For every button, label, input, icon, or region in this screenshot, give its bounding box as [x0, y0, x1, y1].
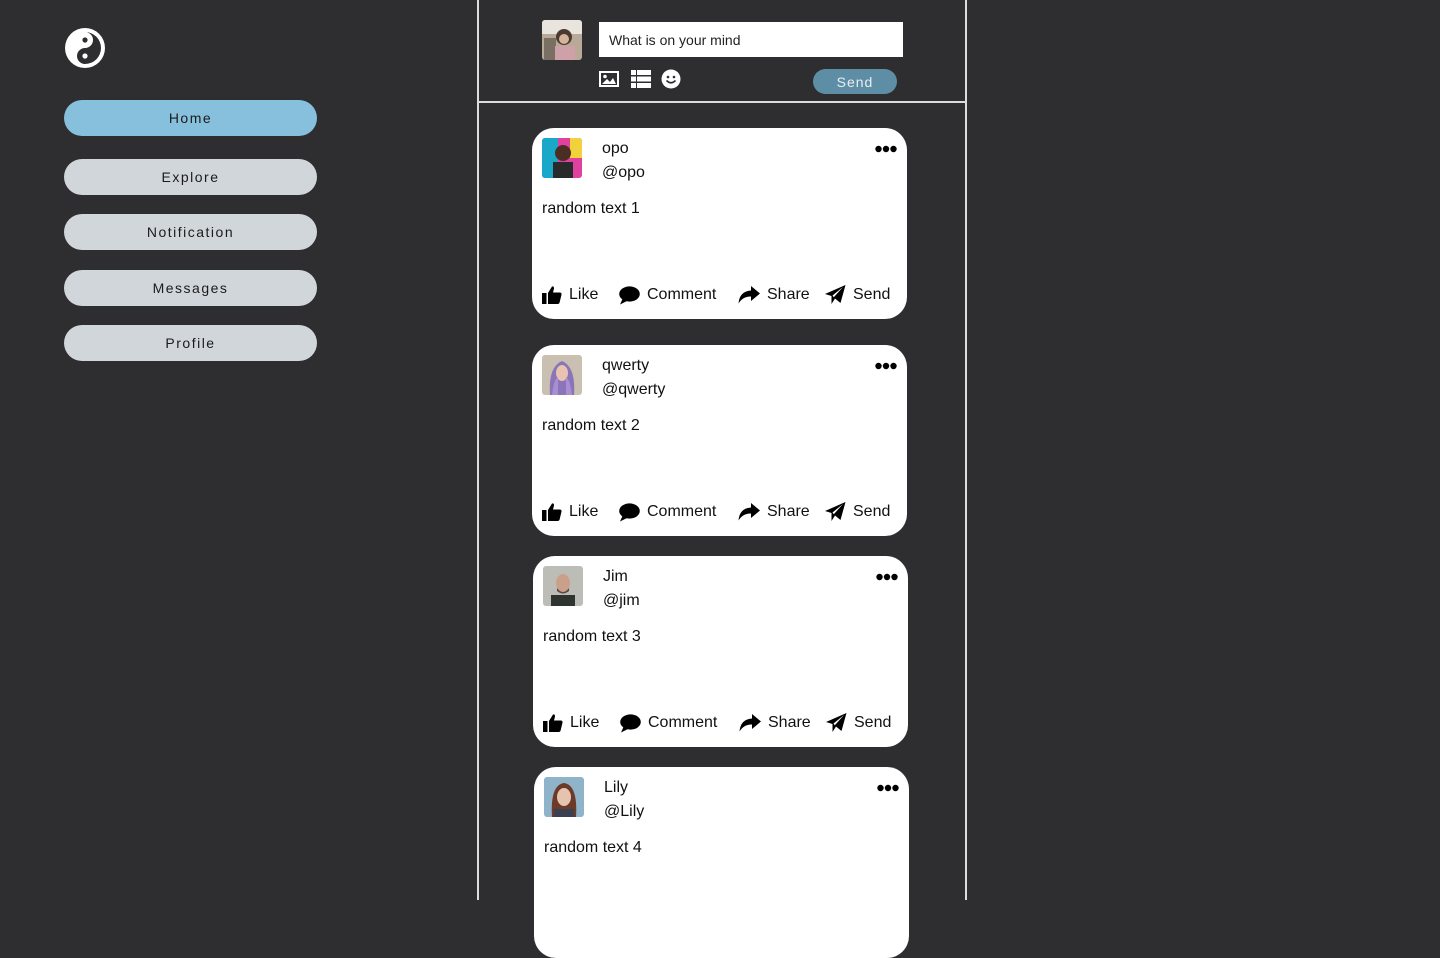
avatar[interactable]: [542, 138, 582, 178]
comment-button[interactable]: Comment: [619, 285, 738, 305]
like-button[interactable]: Like: [543, 713, 620, 733]
share-button[interactable]: Share: [738, 286, 825, 304]
post-text: random text 1: [542, 200, 640, 217]
smiley-icon[interactable]: [660, 69, 682, 89]
share-label: Share: [767, 286, 810, 303]
post-author-name[interactable]: qwerty: [602, 357, 649, 375]
post-author-handle[interactable]: @qwerty: [602, 381, 665, 399]
send-button[interactable]: Send: [825, 502, 890, 522]
thumbs-up-icon: [542, 503, 562, 521]
comment-icon: [619, 502, 640, 521]
send-label: Send: [854, 714, 892, 731]
nav-home-button[interactable]: Home: [64, 100, 317, 136]
comment-label: Comment: [648, 714, 718, 731]
send-label: Send: [853, 286, 891, 303]
composer-input[interactable]: [599, 22, 903, 57]
comment-button[interactable]: Comment: [619, 502, 738, 522]
more-options-icon[interactable]: [875, 140, 897, 154]
post-card: opo @opo random text 1 Like Comment Shar…: [532, 128, 907, 319]
more-options-icon[interactable]: [876, 568, 898, 582]
post-author-handle[interactable]: @Lily: [604, 803, 644, 821]
post-text: random text 2: [542, 417, 640, 434]
send-button[interactable]: Send: [825, 285, 890, 305]
like-button[interactable]: Like: [542, 502, 619, 522]
send-icon: [826, 713, 847, 732]
post-author-handle[interactable]: @jim: [603, 592, 640, 610]
nav-notification-button[interactable]: Notification: [64, 214, 317, 250]
comment-button[interactable]: Comment: [620, 713, 739, 733]
post-author-name[interactable]: Jim: [603, 568, 628, 586]
like-label: Like: [570, 714, 600, 731]
share-button[interactable]: Share: [739, 714, 826, 732]
nav-messages-button[interactable]: Messages: [64, 270, 317, 306]
more-options-icon[interactable]: [875, 357, 897, 371]
post-actions: Like Comment Share Send: [542, 502, 890, 522]
composer-divider: [477, 101, 967, 103]
share-icon: [739, 714, 761, 732]
post-author-handle[interactable]: @opo: [602, 164, 645, 182]
avatar[interactable]: [544, 777, 584, 817]
post-text: random text 3: [543, 628, 641, 645]
like-button[interactable]: Like: [542, 285, 619, 305]
comment-label: Comment: [647, 503, 717, 520]
share-icon: [738, 503, 760, 521]
share-label: Share: [768, 714, 811, 731]
post-actions: Like Comment Share Send: [543, 713, 891, 733]
composer-send-button[interactable]: Send: [813, 69, 897, 94]
thumbs-up-icon: [542, 286, 562, 304]
thumbs-up-icon: [543, 714, 563, 732]
post-card: Lily @Lily random text 4: [534, 767, 909, 958]
post-card: qwerty @qwerty random text 2 Like Commen…: [532, 345, 907, 536]
avatar[interactable]: [542, 355, 582, 395]
yin-yang-icon[interactable]: [64, 27, 106, 69]
comment-icon: [619, 285, 640, 304]
like-label: Like: [569, 503, 599, 520]
post-text: random text 4: [544, 839, 642, 856]
nav-explore-button[interactable]: Explore: [64, 159, 317, 195]
image-icon[interactable]: [598, 69, 620, 89]
like-label: Like: [569, 286, 599, 303]
send-icon: [825, 502, 846, 521]
composer-avatar[interactable]: [542, 20, 582, 60]
comment-icon: [620, 713, 641, 732]
share-icon: [738, 286, 760, 304]
send-button[interactable]: Send: [826, 713, 891, 733]
post-actions: Like Comment Share Send: [542, 285, 890, 305]
post-card: Jim @jim random text 3 Like Comment Shar…: [533, 556, 908, 747]
post-author-name[interactable]: Lily: [604, 779, 628, 797]
share-label: Share: [767, 503, 810, 520]
send-label: Send: [853, 503, 891, 520]
comment-label: Comment: [647, 286, 717, 303]
list-icon[interactable]: [630, 69, 652, 89]
post-author-name[interactable]: opo: [602, 140, 629, 158]
more-options-icon[interactable]: [877, 779, 899, 793]
send-icon: [825, 285, 846, 304]
share-button[interactable]: Share: [738, 503, 825, 521]
avatar[interactable]: [543, 566, 583, 606]
nav-profile-button[interactable]: Profile: [64, 325, 317, 361]
